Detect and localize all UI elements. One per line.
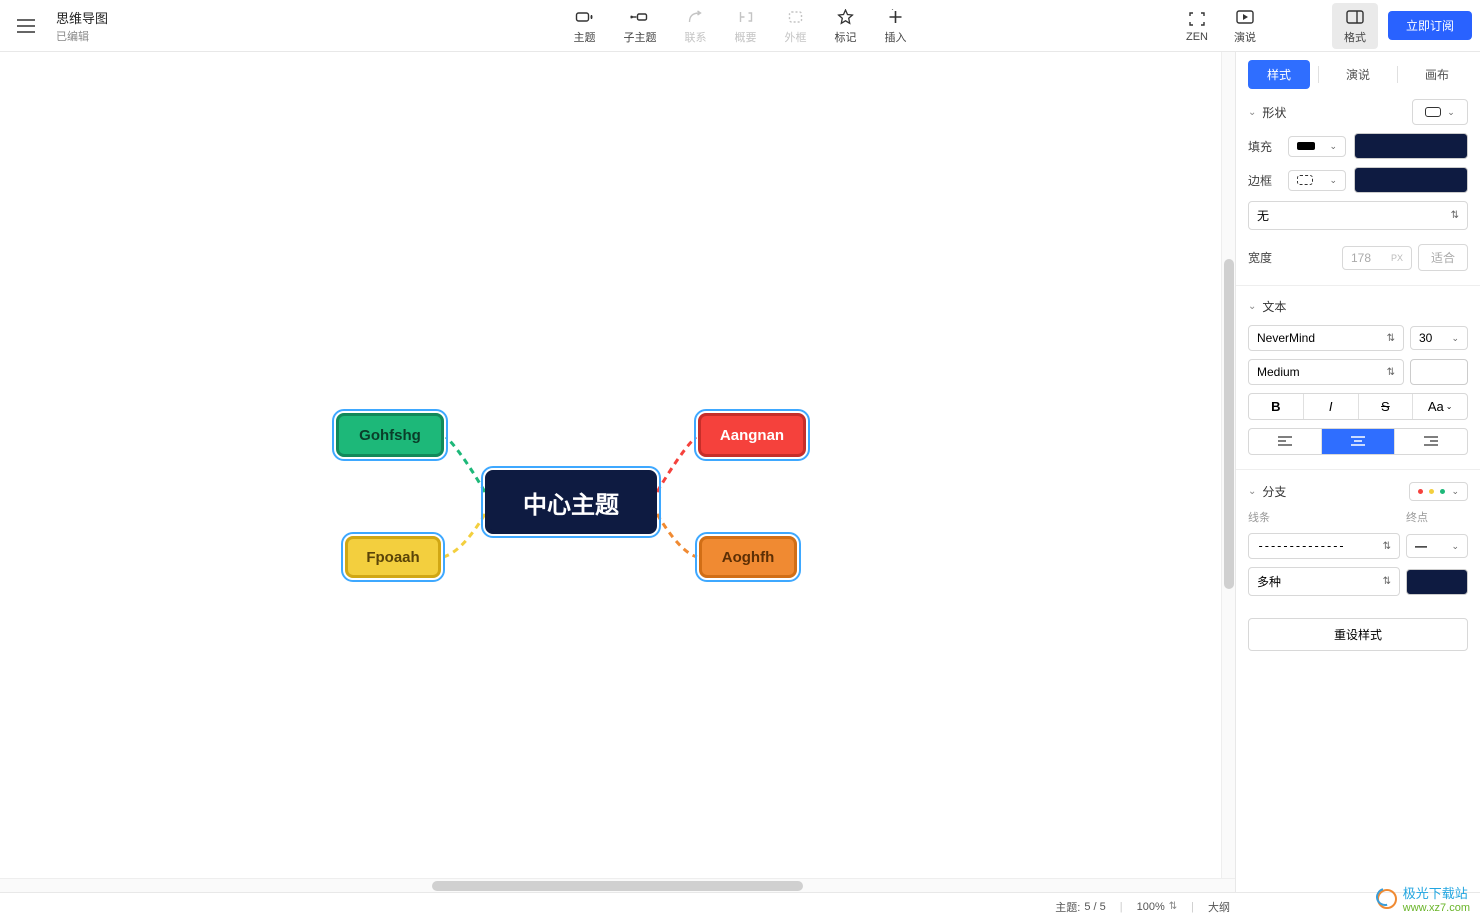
branch-color-dots[interactable]: ⌄ xyxy=(1409,482,1468,501)
solid-fill-icon xyxy=(1297,142,1315,150)
fit-width-button[interactable]: 适合 xyxy=(1418,244,1468,271)
branch-section-label: 分支 xyxy=(1262,483,1286,500)
text-style-group: B I S Aa⌄ xyxy=(1248,393,1468,420)
node-bottom-right[interactable]: Aoghfh xyxy=(699,536,797,578)
line-label: 线条 xyxy=(1248,509,1406,525)
endpoint-label: 终点 xyxy=(1406,509,1468,525)
topic-button[interactable]: 主题 xyxy=(560,3,610,49)
subtopic-icon xyxy=(630,7,650,27)
chevron-down-icon: ⌄ xyxy=(1248,486,1256,497)
watermark-brand: 极光下载站 xyxy=(1403,883,1470,902)
marker-button[interactable]: 标记 xyxy=(821,3,871,49)
branch-color-mode-select[interactable]: 多种⇅ xyxy=(1248,567,1400,596)
align-left-button[interactable] xyxy=(1249,429,1322,454)
border-color-swatch[interactable] xyxy=(1354,167,1468,193)
align-right-button[interactable] xyxy=(1395,429,1467,454)
title-block: 思维导图 已编辑 xyxy=(56,8,108,44)
text-align-group xyxy=(1248,428,1468,455)
strike-button[interactable]: S xyxy=(1359,394,1414,419)
red-dot-icon xyxy=(1418,489,1423,494)
border-width-select[interactable]: 无⇅ xyxy=(1248,201,1468,230)
endpoint-select[interactable]: —⌄ xyxy=(1406,534,1468,558)
document-title: 思维导图 xyxy=(56,8,108,27)
topic-icon xyxy=(576,7,594,27)
boundary-icon xyxy=(788,7,804,27)
green-dot-icon xyxy=(1440,489,1445,494)
fill-label: 填充 xyxy=(1248,138,1288,155)
case-button[interactable]: Aa⌄ xyxy=(1413,394,1467,419)
text-color-swatch[interactable] xyxy=(1410,359,1468,385)
width-label: 宽度 xyxy=(1248,249,1288,266)
boundary-button: 外框 xyxy=(771,3,821,49)
caret-icon: ⌄ xyxy=(1447,107,1455,118)
toolbar-right: ZEN 演说 格式 立即订阅 — ☐ ✕ xyxy=(1174,3,1472,49)
fill-color-swatch[interactable] xyxy=(1354,133,1468,159)
vertical-scrollbar[interactable] xyxy=(1221,52,1235,878)
chevron-down-icon: ⌄ xyxy=(1248,301,1256,312)
statusbar: 主题: 5 / 5 | 100% ⇅ | 大纲 xyxy=(0,892,1480,920)
horizontal-scrollbar[interactable] xyxy=(0,878,1235,892)
align-center-button[interactable] xyxy=(1322,429,1395,454)
topic-count: 主题: 5 / 5 xyxy=(1055,899,1105,915)
plus-icon xyxy=(888,7,904,27)
format-button[interactable]: 格式 xyxy=(1332,3,1378,49)
branch-color-swatch[interactable] xyxy=(1406,569,1468,595)
bold-button[interactable]: B xyxy=(1249,394,1304,419)
fullscreen-icon xyxy=(1189,9,1205,29)
zen-button[interactable]: ZEN xyxy=(1174,5,1220,47)
node-top-right[interactable]: Aangnan xyxy=(698,413,806,457)
font-family-select[interactable]: NeverMind⇅ xyxy=(1248,325,1404,351)
chevron-down-icon: ⌄ xyxy=(1248,107,1256,118)
subscribe-button[interactable]: 立即订阅 xyxy=(1388,11,1472,40)
reset-style-button[interactable]: 重设样式 xyxy=(1248,618,1468,651)
shape-section-label: 形状 xyxy=(1262,104,1286,121)
tab-canvas[interactable]: 画布 xyxy=(1406,60,1468,89)
dashed-border-icon xyxy=(1297,175,1313,185)
italic-button[interactable]: I xyxy=(1304,394,1359,419)
tab-style[interactable]: 样式 xyxy=(1248,60,1310,89)
font-size-select[interactable]: 30⌄ xyxy=(1410,326,1468,350)
center-node[interactable]: 中心主题 xyxy=(485,470,657,534)
outline-button[interactable]: 大纲 xyxy=(1208,899,1230,915)
node-top-left[interactable]: Gohfshg xyxy=(336,413,444,457)
panel-tabs: 样式 演说 画布 xyxy=(1248,60,1468,89)
font-weight-select[interactable]: Medium⇅ xyxy=(1248,359,1404,385)
subtopic-button[interactable]: 子主题 xyxy=(610,3,671,49)
summary-icon xyxy=(738,7,754,27)
zoom-control[interactable]: 100% ⇅ xyxy=(1137,901,1178,913)
document-status: 已编辑 xyxy=(56,28,108,44)
watermark-url: www.xz7.com xyxy=(1403,902,1470,914)
summary-button: 概要 xyxy=(721,3,771,49)
watermark-icon xyxy=(1377,889,1397,909)
insert-button[interactable]: 插入 xyxy=(871,3,921,49)
relation-icon xyxy=(688,7,704,27)
border-style-select[interactable]: ⌄ xyxy=(1288,170,1346,191)
rounded-rect-icon xyxy=(1425,107,1441,117)
menu-button[interactable] xyxy=(0,19,52,33)
border-label: 边框 xyxy=(1248,172,1288,189)
width-input[interactable]: 178PX xyxy=(1342,246,1412,270)
format-panel: 样式 演说 画布 ⌄形状 ⌄ 填充 ⌄ 边框 ⌄ 无⇅ xyxy=(1235,52,1480,892)
present-button[interactable]: 演说 xyxy=(1222,3,1268,49)
node-bottom-left[interactable]: Fpoaah xyxy=(345,536,441,578)
fill-style-select[interactable]: ⌄ xyxy=(1288,136,1346,157)
canvas[interactable]: 中心主题 Gohfshg Aangnan Fpoaah Aoghfh xyxy=(0,52,1235,892)
yellow-dot-icon xyxy=(1429,489,1434,494)
tab-present[interactable]: 演说 xyxy=(1327,60,1389,89)
shape-picker[interactable]: ⌄ xyxy=(1412,99,1468,125)
star-icon xyxy=(838,7,854,27)
play-icon xyxy=(1236,7,1254,27)
watermark: 极光下载站 www.xz7.com xyxy=(1377,883,1470,914)
toolbar-center: 主题 子主题 联系 概要 外框 标记 插入 xyxy=(560,3,921,49)
panel-icon xyxy=(1346,7,1364,27)
titlebar: 思维导图 已编辑 主题 子主题 联系 概要 外框 标记 插入 xyxy=(0,0,1480,52)
relation-button: 联系 xyxy=(671,3,721,49)
text-section-label: 文本 xyxy=(1262,298,1286,315)
line-style-select[interactable]: --------------⇅ xyxy=(1248,533,1400,559)
